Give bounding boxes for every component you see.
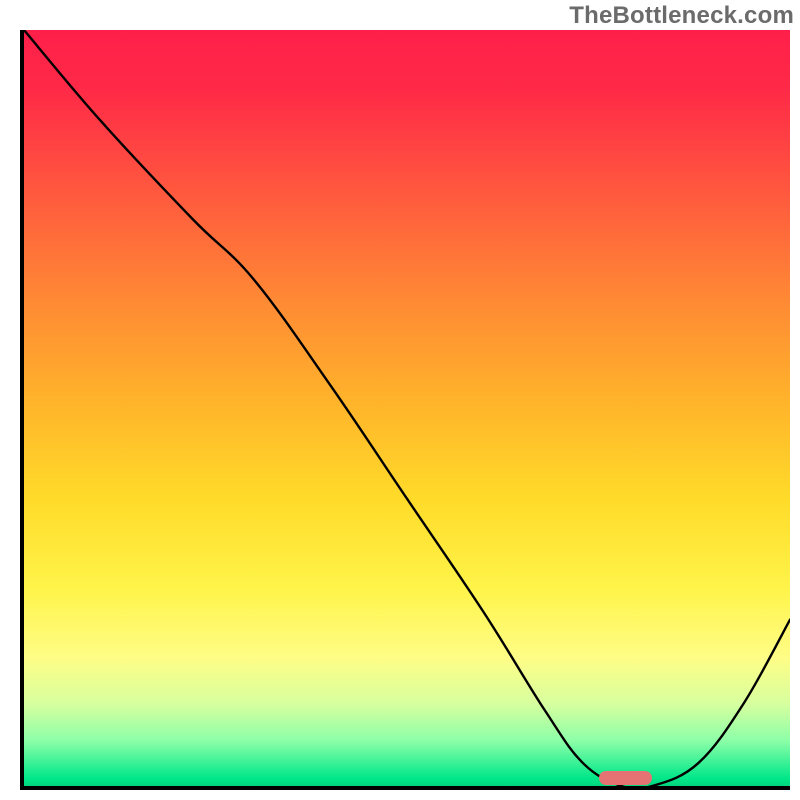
curve-layer bbox=[24, 30, 790, 786]
bottleneck-curve bbox=[24, 30, 790, 786]
plot-area bbox=[20, 30, 790, 790]
attribution-label: TheBottleneck.com bbox=[569, 2, 794, 30]
optimal-range-marker bbox=[599, 771, 653, 785]
bottleneck-chart: TheBottleneck.com bbox=[0, 0, 800, 800]
